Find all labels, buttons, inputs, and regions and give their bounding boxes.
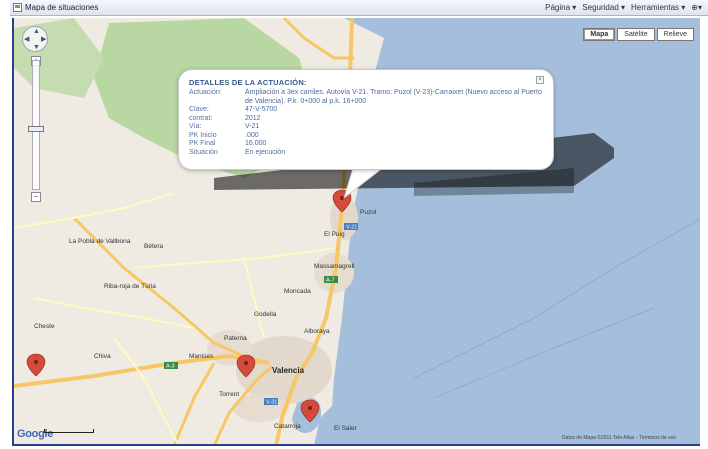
command-bar: Página ▾ Seguridad ▾ Herramientas ▾ ⊕▾	[545, 3, 708, 12]
label-puzol: Puzol	[360, 209, 377, 216]
label-torrent: Torrent	[219, 391, 239, 398]
label-manises: Manises	[189, 353, 214, 360]
label-massamagrell: Massamagrell	[314, 263, 355, 270]
label-alboraya: Alboraya	[304, 328, 330, 335]
info-value: .000	[245, 131, 259, 139]
tab-title[interactable]: Mapa de situaciones	[25, 3, 98, 12]
info-key: Vía:	[189, 123, 202, 130]
info-key: contrat:	[189, 114, 213, 122]
navigation-control: ▲ ◀ ▶ ▼ + −	[22, 26, 52, 202]
label-valencia: Valencia	[272, 366, 305, 375]
label-paterna: Paterna	[224, 335, 247, 342]
info-value: Ampliación a 3ex carriles. Autovía V-21.…	[245, 89, 542, 105]
browser-toolbar: Mapa de situaciones Página ▾ Seguridad ▾…	[10, 0, 708, 16]
map-type-map-button[interactable]: Mapa	[583, 28, 616, 41]
info-value: En ejecución	[245, 148, 286, 156]
info-value: 2012	[245, 114, 261, 122]
menu-security[interactable]: Seguridad ▾	[582, 3, 625, 12]
map-type-satellite-button[interactable]: Satélite	[617, 28, 655, 41]
shield-a7: A-7	[326, 278, 335, 284]
pan-control[interactable]: ▲ ◀ ▶ ▼	[22, 26, 48, 52]
shield-v31: V-31	[266, 400, 277, 406]
label-elsaler: El Saler	[334, 425, 358, 432]
browser-window: Mapa de situaciones Página ▾ Seguridad ▾…	[0, 0, 708, 449]
info-value: V-21	[245, 123, 260, 130]
label-ribarroja: Riba-roja de Túria	[104, 283, 156, 290]
info-row: Situación En ejecución	[189, 149, 543, 158]
close-icon[interactable]: ×	[536, 76, 544, 84]
info-key: Actuación:	[189, 89, 222, 96]
info-key: Clave:	[189, 106, 209, 113]
map-type-control: Mapa Satélite Relieve	[583, 28, 694, 41]
shield-v21: V-21	[346, 225, 357, 231]
info-value: 47-V-5700	[245, 106, 278, 113]
menu-help[interactable]: ⊕▾	[691, 3, 702, 12]
page-icon	[13, 3, 22, 12]
info-key: PK Final	[189, 140, 216, 147]
info-row: Vía: V-21	[189, 123, 543, 132]
info-key: PK Inicio	[189, 131, 217, 139]
info-row: PK Final 16.000	[189, 140, 543, 149]
pan-left-icon[interactable]: ◀	[24, 36, 29, 43]
label-godella: Godella	[254, 311, 277, 318]
label-bétera: Bétera	[144, 243, 164, 250]
info-value: 16.000	[245, 140, 267, 147]
info-row: PK Inicio .000	[189, 132, 543, 141]
scale-bar	[44, 422, 100, 436]
label-puig: El Puig	[324, 231, 345, 238]
menu-page[interactable]: Página ▾	[545, 3, 576, 12]
menu-tools[interactable]: Herramientas ▾	[631, 3, 685, 12]
info-row: Clave: 47-V-5700	[189, 106, 543, 115]
map-terms[interactable]: Datos de Mapa ©2011 Tele Atlas - Término…	[562, 435, 676, 441]
map-canvas[interactable]: Valencia Puzol Paterna Manises Torrent G…	[12, 18, 700, 446]
info-window-title: DETALLES DE LA ACTUACIÓN:	[189, 78, 307, 87]
zoom-slider-track[interactable]	[32, 60, 40, 190]
info-row: Actuación: Ampliación a 3ex carriles. Au…	[189, 89, 543, 106]
zoom-out-button[interactable]: −	[31, 192, 41, 202]
pan-down-icon[interactable]: ▼	[33, 44, 40, 51]
label-catarroja: Catarroja	[274, 423, 301, 430]
zoom-slider-thumb[interactable]	[28, 126, 44, 132]
label-lapobla: La Pobla de Vallbona	[69, 238, 131, 245]
shield-a3: A-3	[166, 364, 175, 370]
pan-up-icon[interactable]: ▲	[33, 28, 40, 35]
info-row: contrat: 2012	[189, 115, 543, 124]
info-key: Situación	[189, 148, 218, 156]
label-cheste: Cheste	[34, 323, 55, 330]
label-chiva: Chiva	[94, 353, 111, 360]
info-window: × DETALLES DE LA ACTUACIÓN: Actuación: A…	[178, 69, 554, 170]
pan-right-icon[interactable]: ▶	[41, 36, 46, 43]
label-moncada: Moncada	[284, 288, 311, 295]
map-type-terrain-button[interactable]: Relieve	[656, 28, 694, 41]
